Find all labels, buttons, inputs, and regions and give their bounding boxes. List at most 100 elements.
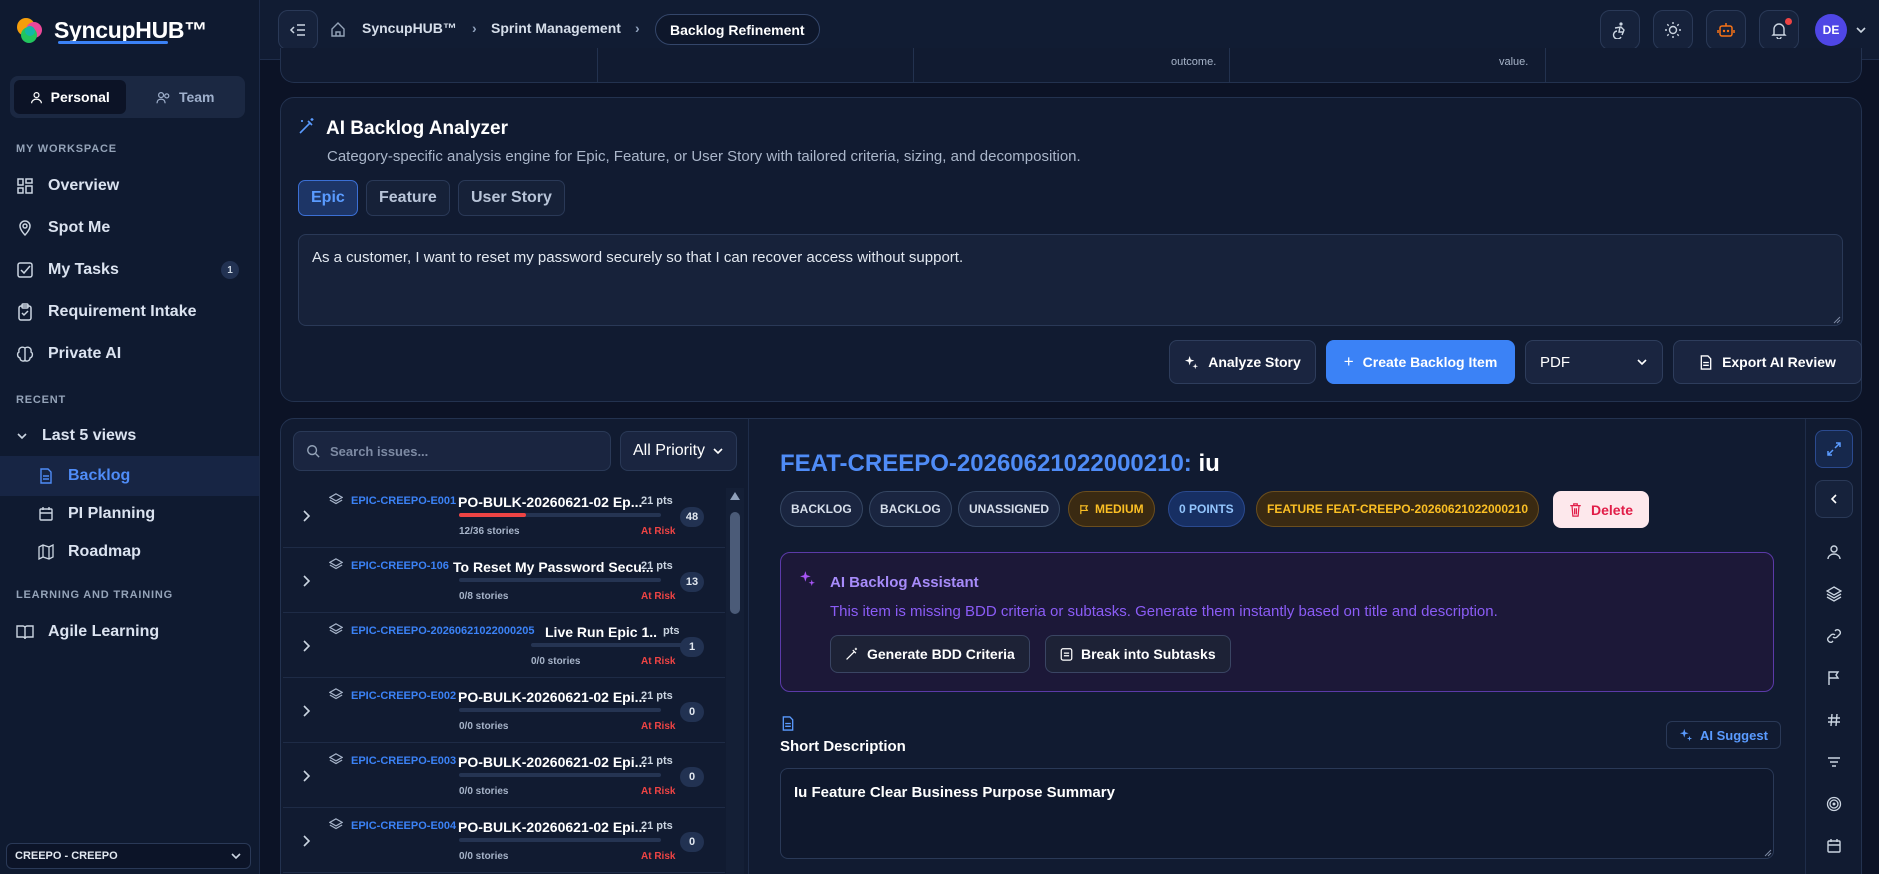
- priority-tag[interactable]: MEDIUM: [1068, 491, 1155, 527]
- layers-icon: [329, 558, 343, 570]
- issue-title[interactable]: PO-BULK-20260621-02 Epi...: [458, 819, 658, 835]
- ai-suggest-button[interactable]: AI Suggest: [1666, 721, 1781, 749]
- priority-filter-select[interactable]: All Priority: [620, 431, 737, 471]
- scroll-up-icon[interactable]: [730, 492, 740, 500]
- issue-title[interactable]: PO-BULK-20260621-02 Epi...: [458, 689, 658, 705]
- recent-group-toggle[interactable]: Last 5 views: [0, 416, 259, 456]
- home-icon[interactable]: [330, 21, 346, 37]
- issue-points: 21 pts: [641, 495, 673, 507]
- chevron-right-icon[interactable]: [302, 770, 312, 782]
- board-tag[interactable]: BACKLOG: [869, 491, 952, 527]
- collapse-panel-button[interactable]: [1815, 480, 1853, 518]
- rail-filter-button[interactable]: [1815, 743, 1853, 781]
- create-backlog-item-button[interactable]: + Create Backlog Item: [1326, 340, 1515, 384]
- checkbox-icon: [17, 262, 33, 278]
- issue-key[interactable]: EPIC-CREEPO-106: [351, 560, 449, 572]
- collapse-sidebar-button[interactable]: [278, 10, 318, 50]
- issue-row[interactable]: EPIC-CREEPO-20260621022000205 Live Run Ep…: [283, 613, 725, 678]
- user-icon: [30, 91, 42, 103]
- breadcrumb-sprint-management[interactable]: Sprint Management: [491, 20, 621, 36]
- expand-panel-button[interactable]: [1815, 430, 1853, 468]
- issue-row[interactable]: EPIC-CREEPO-E001 PO-BULK-20260621-02 Ep..…: [283, 483, 725, 548]
- sidebar-item-label: Agile Learning: [48, 623, 160, 640]
- issue-key[interactable]: EPIC-CREEPO-E004: [351, 820, 456, 832]
- tab-epic[interactable]: Epic: [298, 180, 358, 216]
- tab-feature[interactable]: Feature: [366, 180, 450, 216]
- issue-search-input[interactable]: Search issues...: [293, 431, 611, 471]
- user-avatar[interactable]: DE: [1815, 14, 1847, 46]
- rail-flag-button[interactable]: [1815, 659, 1853, 697]
- rail-calendar-button[interactable]: [1815, 827, 1853, 865]
- trash-icon: [1570, 502, 1581, 517]
- expand-icon: [1827, 442, 1841, 456]
- issue-row[interactable]: EPIC-CREEPO-106 To Reset My Password Secu…: [283, 548, 725, 613]
- issue-key[interactable]: EPIC-CREEPO-20260621022000205: [351, 625, 534, 637]
- sidebar-item-overview[interactable]: Overview: [0, 166, 259, 206]
- issue-row[interactable]: EPIC-CREEPO-E002 PO-BULK-20260621-02 Epi.…: [283, 678, 725, 743]
- issue-progress-bar: [459, 773, 661, 777]
- chevron-right-icon[interactable]: [302, 640, 312, 652]
- issue-row[interactable]: EPIC-CREEPO-E004 PO-BULK-20260621-02 Epi.…: [283, 808, 725, 873]
- mode-team-button[interactable]: Team: [130, 80, 242, 114]
- resize-handle-icon[interactable]: [1762, 847, 1772, 857]
- generate-bdd-criteria-button[interactable]: Generate BDD Criteria: [830, 635, 1030, 673]
- short-description-input[interactable]: Iu Feature Clear Business Purpose Summar…: [780, 768, 1774, 859]
- rail-hash-button[interactable]: [1815, 701, 1853, 739]
- app-logo[interactable]: SyncupHUB™: [14, 10, 207, 50]
- theme-toggle-button[interactable]: [1653, 10, 1693, 50]
- analyzer-subtitle: Category-specific analysis engine for Ep…: [327, 148, 1081, 165]
- ai-assistant-button[interactable]: [1706, 10, 1746, 50]
- sidebar-item-agile-learning[interactable]: Agile Learning: [0, 612, 259, 652]
- issue-risk-status: At Risk: [641, 851, 676, 862]
- issue-list-scrollbar[interactable]: [726, 488, 744, 874]
- sidebar-item-requirement-intake[interactable]: Requirement Intake: [0, 292, 259, 332]
- parent-feature-tag[interactable]: FEATURE FEAT-CREEPO-20260621022000210: [1256, 491, 1540, 527]
- sidebar-item-roadmap[interactable]: Roadmap: [0, 532, 259, 572]
- chevron-right-icon[interactable]: [302, 510, 312, 522]
- magic-wand-icon: [299, 118, 314, 134]
- mode-personal-button[interactable]: Personal: [14, 80, 126, 114]
- assignee-tag[interactable]: UNASSIGNED: [958, 491, 1061, 527]
- layers-icon: [329, 688, 343, 700]
- export-ai-review-button[interactable]: Export AI Review: [1673, 340, 1862, 384]
- story-input[interactable]: As a customer, I want to reset my passwo…: [298, 234, 1843, 326]
- issue-title[interactable]: Live Run Epic 1...: [545, 624, 657, 640]
- resize-handle-icon[interactable]: [1831, 314, 1841, 324]
- status-tag[interactable]: BACKLOG: [780, 491, 863, 527]
- sidebar-item-pi-planning[interactable]: PI Planning: [0, 494, 259, 534]
- rail-target-button[interactable]: [1815, 785, 1853, 823]
- chevron-right-icon[interactable]: [302, 835, 312, 847]
- scrollbar-thumb[interactable]: [730, 512, 740, 614]
- delete-item-button[interactable]: Delete: [1553, 491, 1650, 528]
- chevron-down-icon[interactable]: [1855, 24, 1867, 36]
- issue-key[interactable]: EPIC-CREEPO-E001: [351, 495, 456, 507]
- issue-title[interactable]: To Reset My Password Secu...: [453, 559, 658, 575]
- issue-count-badge: 13: [680, 572, 704, 592]
- analyze-story-button[interactable]: Analyze Story: [1169, 340, 1316, 384]
- issue-key[interactable]: EPIC-CREEPO-E003: [351, 755, 456, 767]
- export-format-select[interactable]: PDF: [1525, 340, 1663, 384]
- mode-personal-label: Personal: [50, 89, 110, 105]
- organization-select[interactable]: CREEPO - CREEPO: [6, 843, 251, 869]
- points-tag[interactable]: 0 POINTS: [1168, 491, 1245, 527]
- break-into-subtasks-button[interactable]: Break into Subtasks: [1045, 635, 1231, 673]
- rail-link-button[interactable]: [1815, 617, 1853, 655]
- notifications-button[interactable]: [1759, 10, 1799, 50]
- section-label-workspace: MY WORKSPACE: [16, 143, 117, 155]
- issue-title[interactable]: PO-BULK-20260621-02 Ep...: [458, 494, 658, 510]
- rail-assignee-button[interactable]: [1815, 533, 1853, 571]
- breadcrumb-root[interactable]: SyncupHUB™: [362, 20, 457, 36]
- issue-count-badge: 48: [680, 507, 704, 527]
- rail-layers-button[interactable]: [1815, 575, 1853, 613]
- sidebar-item-backlog[interactable]: Backlog: [0, 456, 259, 496]
- sidebar-item-spot-me[interactable]: Spot Me: [0, 208, 259, 248]
- issue-row[interactable]: EPIC-CREEPO-E003 PO-BULK-20260621-02 Epi.…: [283, 743, 725, 808]
- sidebar-item-private-ai[interactable]: Private AI: [0, 334, 259, 374]
- issue-key[interactable]: EPIC-CREEPO-E002: [351, 690, 456, 702]
- accessibility-button[interactable]: [1600, 10, 1640, 50]
- sidebar-item-my-tasks[interactable]: My Tasks 1: [0, 250, 259, 290]
- chevron-right-icon[interactable]: [302, 575, 312, 587]
- chevron-right-icon[interactable]: [302, 705, 312, 717]
- issue-title[interactable]: PO-BULK-20260621-02 Epi...: [458, 754, 658, 770]
- tab-user-story[interactable]: User Story: [458, 180, 565, 216]
